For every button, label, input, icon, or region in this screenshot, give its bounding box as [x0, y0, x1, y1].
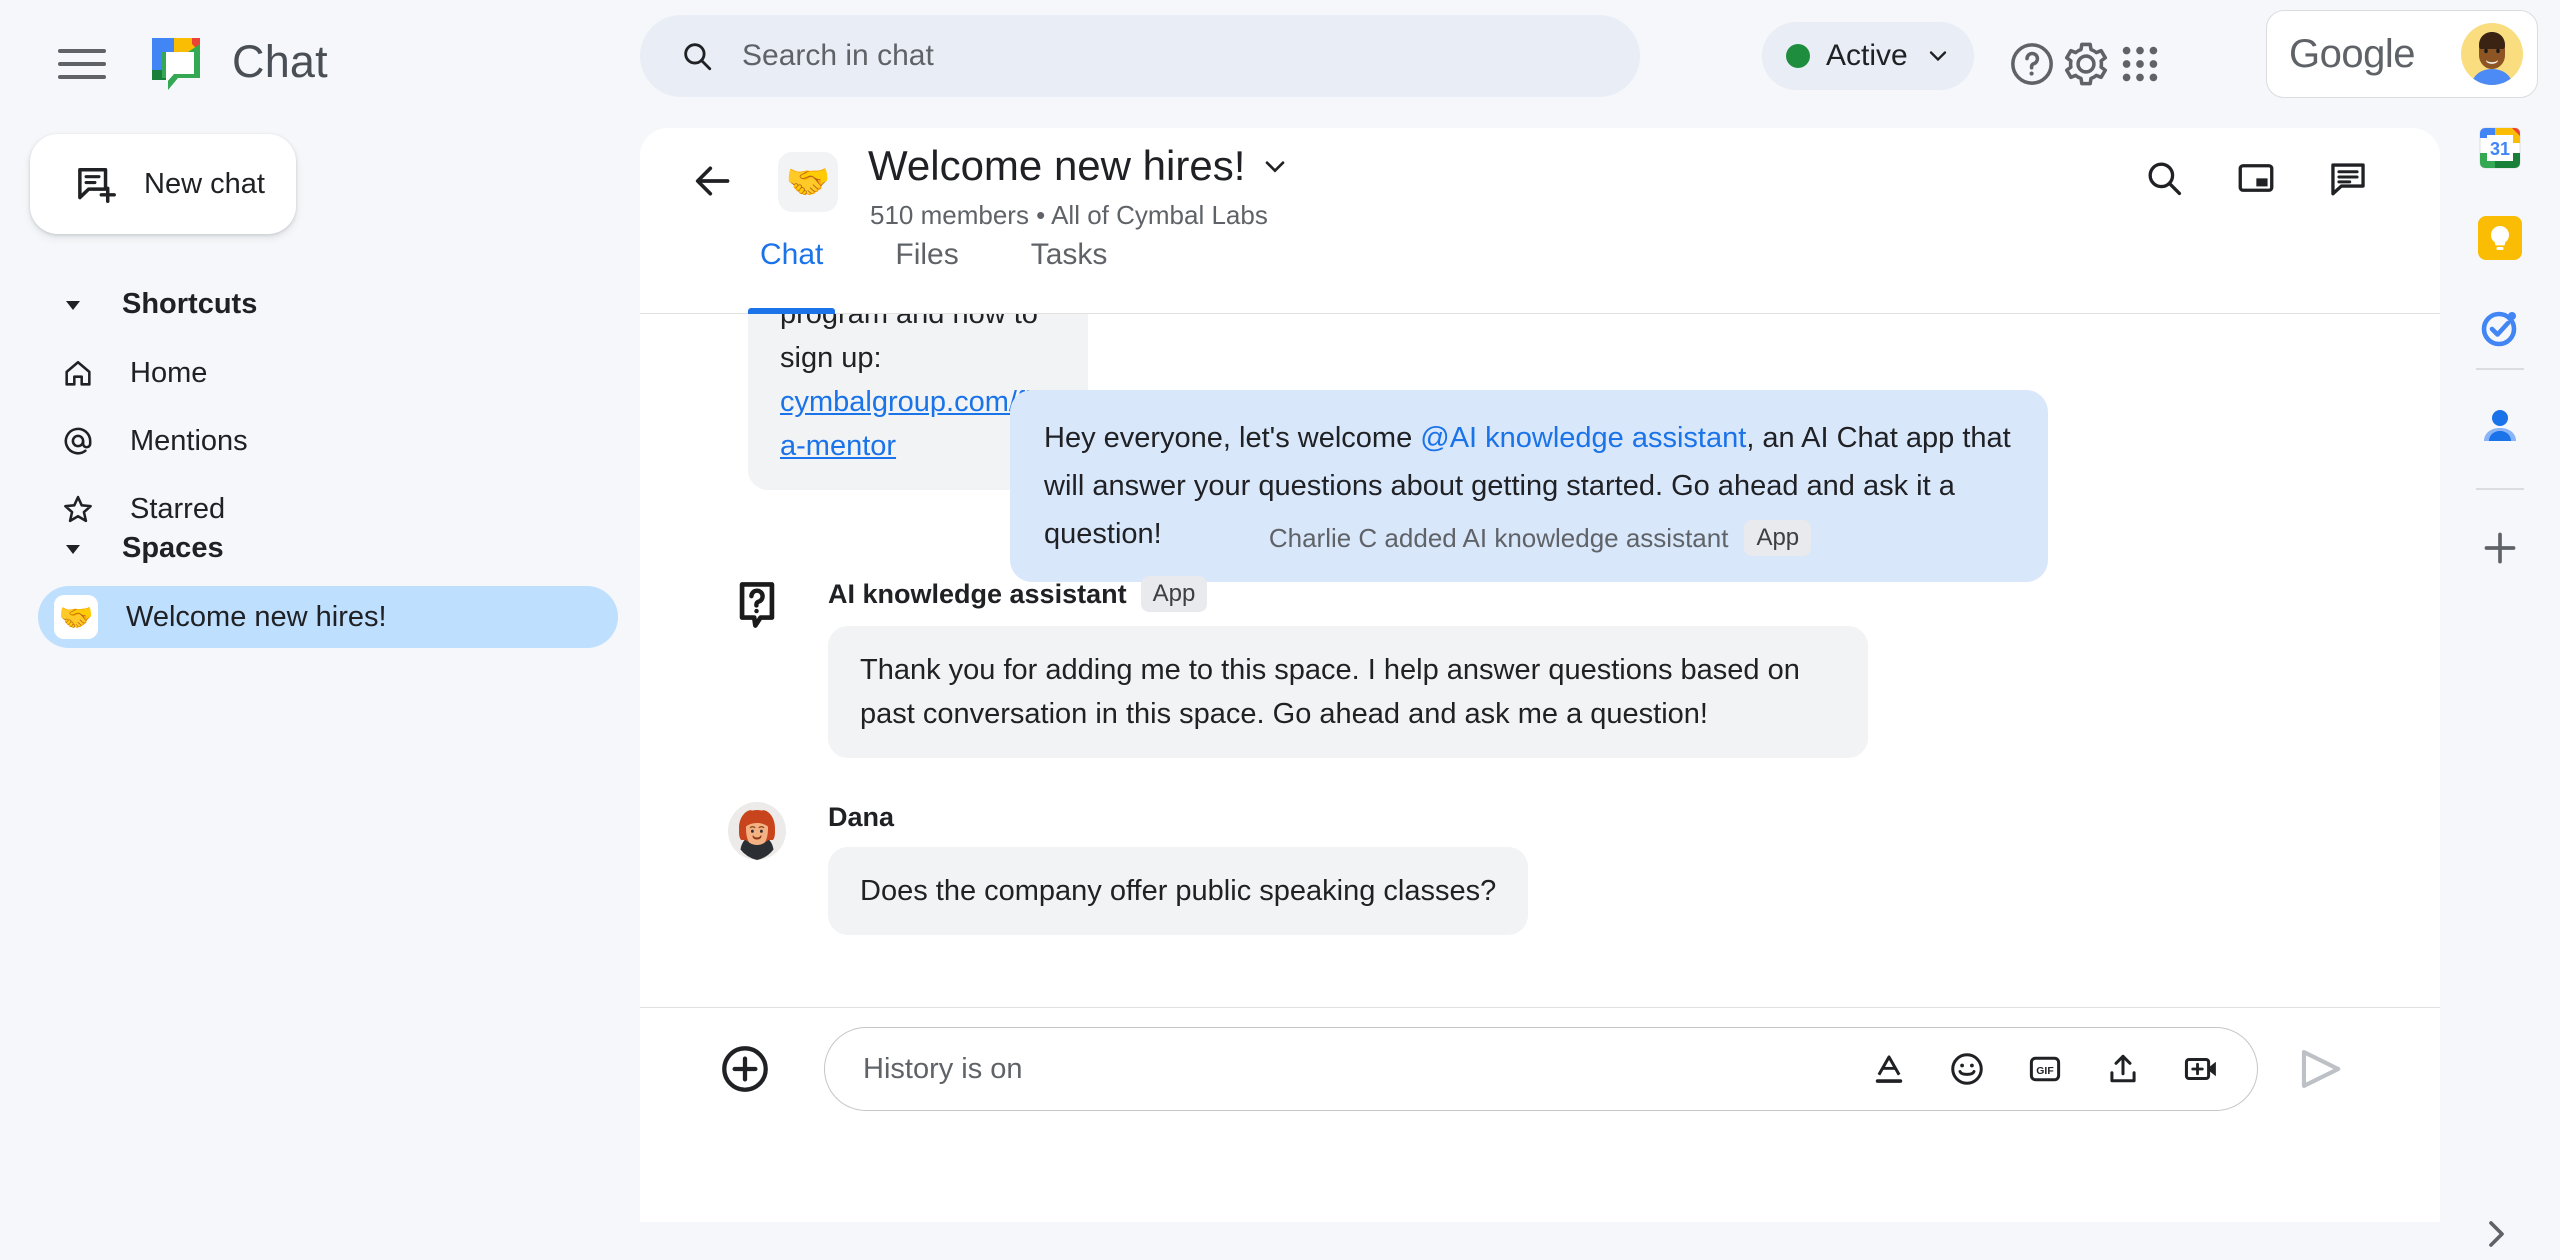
upload-icon[interactable]	[2101, 1047, 2145, 1091]
composer-input-box[interactable]: GIF	[824, 1027, 2258, 1111]
message-bubble: Thank you for adding me to this space. I…	[828, 626, 1868, 758]
google-account-chip[interactable]: Google	[2266, 10, 2538, 98]
google-keep-icon[interactable]	[2470, 208, 2530, 268]
top-bar: Chat Active	[0, 0, 2560, 128]
tab-label: Chat	[760, 238, 824, 271]
search-icon[interactable]	[2136, 150, 2192, 206]
conversation-actions	[2136, 150, 2376, 206]
sidebar-item-label: Home	[130, 356, 208, 389]
picture-in-picture-icon[interactable]	[2228, 150, 2284, 206]
google-tasks-icon[interactable]	[2470, 298, 2530, 358]
message-dana: Dana Does the company offer public speak…	[728, 802, 1529, 935]
composer-tools: GIF	[1867, 1047, 2223, 1091]
message-text: program and how to sign up:	[780, 314, 1038, 374]
search-bar[interactable]	[640, 15, 1640, 97]
conversation-header: 🤝 Welcome new hires! 510 members • All o…	[640, 128, 2440, 230]
tab-files[interactable]: Files	[859, 236, 994, 314]
sidebar-item-label: Mentions	[130, 424, 248, 457]
send-icon[interactable]	[2294, 1043, 2346, 1095]
message-author-row: Dana	[828, 802, 1528, 833]
google-chat-logo-icon	[148, 32, 210, 94]
google-contacts-icon[interactable]	[2470, 396, 2530, 456]
caret-down-icon	[58, 290, 88, 320]
search-icon	[684, 43, 712, 71]
system-message: Charlie C added AI knowledge assistant A…	[640, 520, 2440, 556]
status-dot	[1786, 44, 1810, 68]
space-label: Welcome new hires!	[126, 600, 387, 633]
page-title: Welcome new hires!	[868, 142, 1246, 189]
conversation-tabs: Chat Files Tasks	[640, 236, 2440, 314]
add-icon[interactable]	[2470, 518, 2530, 578]
mention-chip[interactable]: @AI knowledge assistant	[1420, 422, 1746, 454]
spaces-title: Spaces	[122, 532, 224, 564]
side-rail: 31	[2440, 127, 2560, 1260]
message-composer: GIF	[640, 1007, 2440, 1130]
sidebar-item-label: Starred	[130, 492, 226, 525]
sidebar: New chat Shortcuts Home Mentions Starred…	[0, 128, 640, 1260]
caret-down-icon	[58, 534, 88, 564]
emoji-icon[interactable]	[1945, 1047, 1989, 1091]
message-bubble: Does the company offer public speaking c…	[828, 847, 1529, 935]
new-chat-label: New chat	[144, 167, 265, 200]
app-badge: App	[1140, 576, 1208, 612]
rail-divider	[2476, 368, 2524, 370]
message-body: AI knowledge assistant App Thank you for…	[828, 576, 1868, 758]
calendar-day-label: 31	[2490, 139, 2510, 159]
message-author: Dana	[828, 802, 895, 832]
message-author-row: AI knowledge assistant App	[828, 576, 1868, 612]
message-assistant: AI knowledge assistant App Thank you for…	[728, 576, 1868, 758]
system-message-text: Charlie C added AI knowledge assistant	[1268, 522, 1729, 553]
status-label: Active	[1826, 39, 1908, 72]
sidebar-item-home[interactable]: Home	[36, 342, 596, 404]
space-avatar: 🤝	[778, 152, 838, 212]
chevron-right-icon[interactable]	[2470, 1208, 2522, 1260]
conversation-title-button[interactable]: Welcome new hires!	[868, 142, 1291, 190]
status-selector[interactable]: Active	[1762, 22, 1974, 90]
message-body: Dana Does the company offer public speak…	[828, 802, 1529, 935]
at-mention-icon	[58, 421, 98, 461]
tab-chat[interactable]: Chat	[724, 236, 859, 314]
dana-avatar	[728, 802, 786, 860]
add-video-icon[interactable]	[2179, 1047, 2223, 1091]
google-wordmark: Google	[2289, 31, 2415, 76]
tab-label: Tasks	[1030, 238, 1108, 271]
app-badge: App	[1744, 520, 1812, 556]
google-calendar-icon[interactable]: 31	[2470, 118, 2530, 178]
conversation-panel: 🤝 Welcome new hires! 510 members • All o…	[640, 128, 2440, 1222]
google-chat-window: Chat Active	[0, 0, 2560, 1260]
format-text-icon[interactable]	[1867, 1047, 1911, 1091]
chevron-down-icon	[1929, 51, 1946, 62]
tab-tasks[interactable]: Tasks	[995, 236, 1144, 314]
svg-text:GIF: GIF	[2036, 1066, 2053, 1077]
add-circle-icon[interactable]	[718, 1042, 772, 1096]
shortcuts-section-header[interactable]: Shortcuts	[58, 288, 257, 321]
question-bubble-icon	[728, 576, 786, 634]
chevron-down-icon	[1266, 161, 1285, 173]
app-title: Chat	[232, 36, 328, 87]
new-chat-icon	[78, 167, 116, 203]
conversation-icon[interactable]	[2320, 150, 2376, 206]
sidebar-item-welcome-new-hires[interactable]: 🤝 Welcome new hires!	[38, 586, 618, 648]
conversation-subtitle: 510 members • All of Cymbal Labs	[870, 200, 1268, 230]
message-text-prefix: Hey everyone, let's welcome	[1044, 422, 1421, 454]
spaces-section-header[interactable]: Spaces	[58, 532, 224, 565]
sidebar-item-mentions[interactable]: Mentions	[36, 410, 596, 472]
sidebar-item-starred[interactable]: Starred	[36, 478, 596, 540]
back-arrow-icon[interactable]	[690, 158, 736, 204]
star-icon	[58, 489, 98, 529]
avatar[interactable]	[2461, 23, 2523, 85]
message-input[interactable]	[861, 1051, 1867, 1087]
handshake-emoji-icon: 🤝	[54, 595, 98, 639]
new-chat-button[interactable]: New chat	[30, 134, 296, 234]
home-icon	[58, 353, 98, 393]
rail-divider	[2476, 488, 2524, 490]
search-input[interactable]	[740, 38, 1574, 74]
hamburger-menu-icon[interactable]	[58, 40, 106, 88]
apps-grid-icon[interactable]	[2108, 32, 2172, 96]
gif-icon[interactable]: GIF	[2023, 1047, 2067, 1091]
tab-label: Files	[895, 238, 959, 271]
message-author: AI knowledge assistant	[828, 578, 1127, 609]
shortcuts-title: Shortcuts	[122, 288, 258, 320]
